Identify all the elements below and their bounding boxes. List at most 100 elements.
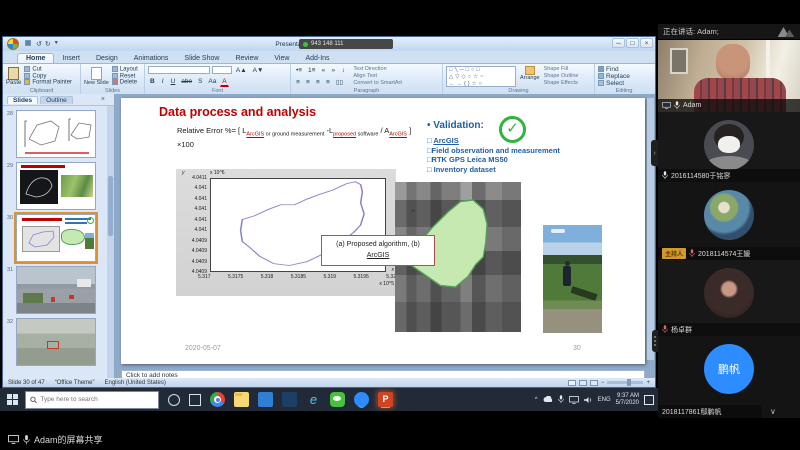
taskbar-search[interactable] [25,391,159,409]
increase-indent-button[interactable]: » [329,66,337,75]
slide-thumbnail-29[interactable] [16,162,96,210]
convert-smartart-button[interactable]: Convert to SmartArt [353,80,402,87]
slide-thumbnail-28[interactable] [16,110,96,158]
justify-button[interactable]: ≡ [324,78,332,87]
participant-tile-4[interactable]: 杨卓群 [658,260,800,336]
chrome-icon[interactable] [210,392,225,407]
file-explorer-icon[interactable] [234,392,249,407]
paste-button[interactable]: Paste [6,66,21,86]
font-size-select[interactable] [212,66,232,74]
tab-review[interactable]: Review [227,54,266,63]
text-shadow-button[interactable]: S [196,77,204,86]
slide-thumbnail-30-current[interactable] [16,214,96,262]
task-view-icon[interactable] [189,394,201,406]
delete-button[interactable]: Delete [112,79,138,86]
outline-tab[interactable]: Outline [40,96,73,104]
align-right-button[interactable]: ≡ [314,78,322,87]
tab-slide-show[interactable]: Slide Show [176,54,227,63]
change-case-button[interactable]: Aa [206,77,218,86]
blue-app-icon[interactable] [258,392,273,407]
bullets-button[interactable]: •≡ [294,66,304,75]
notification-center-icon[interactable] [644,395,654,405]
text-direction-button[interactable]: Text Direction [353,66,402,73]
sidebar-drag-handle[interactable] [652,330,658,352]
participant-tile-3[interactable]: 主持人 2018114574王媛 [658,182,800,260]
wechat-icon[interactable] [330,392,345,407]
language-button[interactable]: ENG [598,397,611,403]
internet-explorer-icon[interactable]: e [306,392,321,407]
dark-blue-app-icon[interactable] [282,392,297,407]
shape-effects-button[interactable]: Shape Effects [544,80,579,87]
line-spacing-button[interactable]: ↕ [339,66,347,75]
shape-gallery[interactable]: □╲─□○□△▽◇○☆~←→{}☆○ [446,66,516,87]
figure-caption-box[interactable]: (a) Proposed algorithm, (b) ArcGIS [321,235,435,266]
select-button[interactable]: Select [598,80,650,87]
powerpoint-icon[interactable]: P [378,392,393,407]
italic-button[interactable]: I [159,77,167,86]
align-center-button[interactable]: ≡ [304,78,312,87]
tab-view[interactable]: View [266,54,297,63]
close-button[interactable]: × [640,38,653,48]
start-button[interactable] [7,394,18,405]
columns-button[interactable]: ▯▯ [334,77,345,87]
zoom-out-icon[interactable]: − [601,380,605,386]
grow-font-button[interactable]: A▲ [234,66,249,75]
slides-tab[interactable]: Slides [7,96,38,104]
copy-button[interactable]: Copy [24,73,72,80]
volume-icon[interactable] [584,396,593,404]
underline-button[interactable]: U [169,77,178,86]
scrollbar-thumb[interactable] [108,176,113,236]
cut-button[interactable]: Cut [24,66,72,73]
meeting-app-icon[interactable] [354,392,369,407]
layout-button[interactable]: Layout [112,66,138,73]
align-text-button[interactable]: Align Text [353,73,402,80]
tab-design[interactable]: Design [88,54,126,63]
font-name-select[interactable] [148,66,210,74]
display-icon[interactable] [569,396,579,404]
minimize-button[interactable]: ─ [612,38,625,48]
chevron-down-icon[interactable]: ∨ [770,407,776,416]
decrease-indent-button[interactable]: « [319,66,327,75]
shape-fill-button[interactable]: Shape Fill [544,66,579,73]
participant-tile-5[interactable]: 鹏帆 2018117861鄢鹏帆 ∨ [658,336,800,418]
tab-insert[interactable]: Insert [54,54,88,63]
numbering-button[interactable]: 1≡ [306,66,317,75]
tray-expand-icon[interactable]: ^ [535,397,538,403]
bold-button[interactable]: B [148,77,157,86]
slide-thumbnail-32[interactable] [16,318,96,366]
close-panel-icon[interactable]: × [101,96,105,103]
new-slide-button[interactable]: New Slide [84,66,109,86]
normal-view-icon[interactable] [568,380,576,386]
slide-scrollbar[interactable] [647,98,654,360]
taskbar-clock[interactable]: 9:37 AM 5/7/2020 [616,393,639,407]
tab-add-ins[interactable]: Add-Ins [297,54,337,63]
cortana-icon[interactable] [168,394,180,406]
cloud-icon[interactable] [543,396,553,403]
slideshow-view-icon[interactable] [590,380,598,386]
replace-button[interactable]: Replace [598,73,650,80]
zoom-in-icon[interactable]: + [646,380,650,386]
arrange-button[interactable]: Arrange [520,66,540,87]
align-left-button[interactable]: ≡ [294,78,302,87]
slide-thumbnail-31[interactable] [16,266,96,314]
tab-home[interactable]: Home [17,53,54,63]
current-slide[interactable]: Data process and analysis Relative Error… [121,98,645,364]
maximize-button[interactable]: □ [626,38,639,48]
font-color-button[interactable]: A [220,77,228,87]
shrink-font-button[interactable]: A▼ [251,66,266,75]
shape-outline-button[interactable]: Shape Outline [544,73,579,80]
reset-button[interactable]: Reset [112,73,138,80]
find-button[interactable]: Find [598,66,650,73]
participant-tile-2[interactable]: 2016114580于铭寥 [658,112,800,182]
format-painter-button[interactable]: Format Painter [24,79,72,86]
slide-sorter-view-icon[interactable] [579,380,587,386]
strikethrough-button[interactable]: abe [179,77,194,86]
tab-animations[interactable]: Animations [126,54,177,63]
participant-video-adam[interactable]: Adam [658,40,800,112]
search-input[interactable] [40,396,154,403]
zoom-slider[interactable] [607,381,643,384]
tray-mic-icon[interactable] [558,395,564,404]
person-silhouette [563,266,571,286]
sidebar-collapse-handle[interactable]: › [651,140,658,166]
slides-panel-scrollbar[interactable] [107,106,114,378]
